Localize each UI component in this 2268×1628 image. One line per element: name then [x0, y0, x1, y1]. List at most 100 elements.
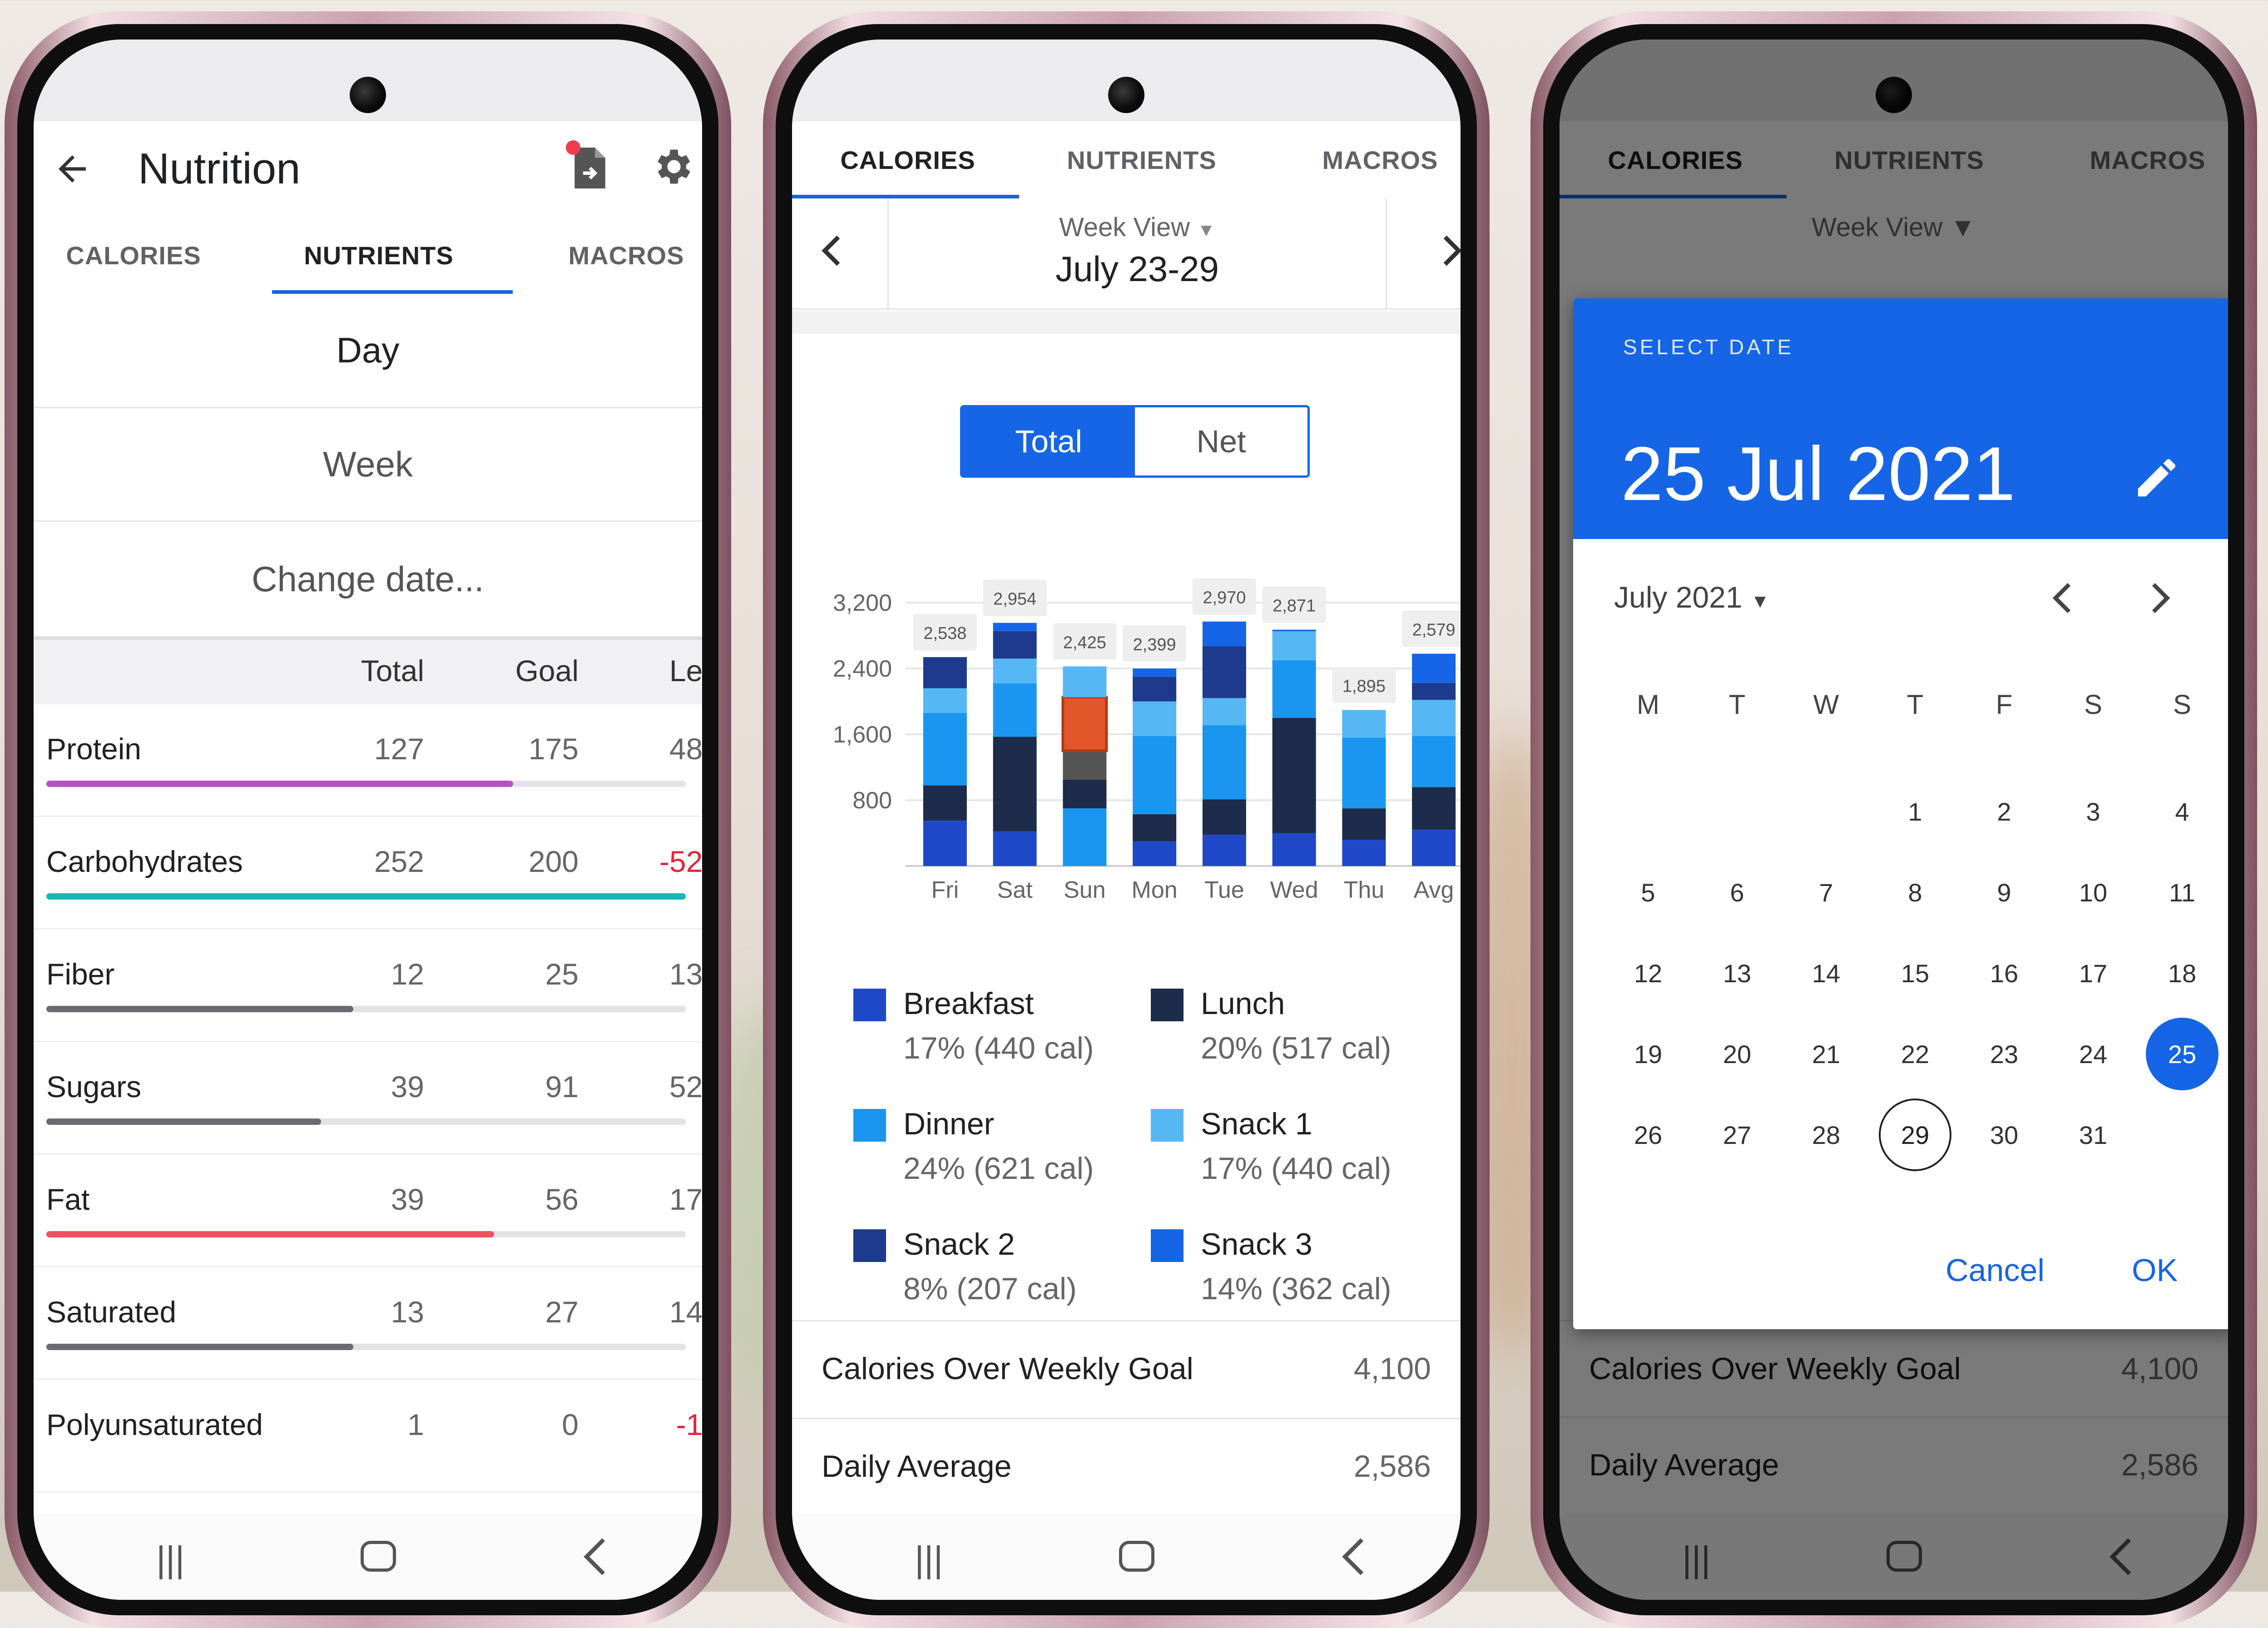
calendar-day[interactable]: 26	[1612, 1099, 1684, 1171]
tab-calories[interactable]: CALORIES	[34, 217, 233, 294]
calendar-day[interactable]: 12	[1612, 937, 1684, 1009]
column-header: Total Goal Left	[34, 636, 702, 704]
ok-button[interactable]: OK	[2132, 1252, 2178, 1288]
calendar-day[interactable]: 9	[1968, 856, 2040, 929]
bar-segment	[1272, 660, 1316, 718]
calendar-day[interactable]: 7	[1790, 856, 1862, 929]
menu-item-change-date[interactable]: Change date...	[34, 522, 702, 636]
nutrient-total: 1	[407, 1408, 424, 1441]
summary-label: Calories Over Weekly Goal	[822, 1351, 1193, 1386]
calendar-day[interactable]: 24	[2057, 1018, 2129, 1090]
column-total: Total	[361, 654, 424, 688]
tab-macros[interactable]: MACROS	[1260, 121, 1461, 198]
progress-fill	[46, 1231, 494, 1237]
nutrient-row: Polyunsaturated 1 0 -1g	[34, 1380, 702, 1493]
phone-nutrition: Nutrition CALORIES NUTRIENTS MACROS Day …	[5, 11, 731, 1628]
bar-segment	[923, 713, 967, 786]
calendar-day[interactable]: 18	[2146, 937, 2218, 1009]
calendar-day[interactable]: 6	[1701, 856, 1773, 929]
nutrient-left: 13g	[669, 957, 702, 991]
bar-segment	[1412, 787, 1456, 830]
calendar-day[interactable]: 8	[1879, 856, 1951, 929]
calendar-day[interactable]: 2	[1968, 775, 2040, 848]
calendar-day[interactable]: 20	[1701, 1018, 1773, 1090]
calendar-day-selected[interactable]: 25	[2146, 1018, 2218, 1090]
tab-calories[interactable]: CALORIES	[792, 121, 1024, 198]
bar-segment	[1133, 841, 1177, 866]
notification-dot	[566, 140, 580, 155]
export-file-icon[interactable]	[566, 140, 610, 193]
bar-segment	[1202, 799, 1246, 835]
summary-value: 4,100	[1353, 1351, 1431, 1386]
system-back-icon[interactable]	[1337, 1536, 1373, 1577]
nutrient-goal: 0	[562, 1408, 579, 1441]
recents-icon[interactable]: |||	[915, 1539, 943, 1580]
y-tick-label: 800	[852, 787, 892, 814]
calendar-day[interactable]: 13	[1701, 937, 1773, 1009]
next-week-icon[interactable]	[1437, 233, 1461, 269]
calendar-day[interactable]: 11	[2146, 856, 2218, 929]
calendar-day[interactable]: 22	[1879, 1018, 1951, 1090]
back-arrow-icon[interactable]	[52, 148, 93, 189]
month-dropdown[interactable]: July 2021 ▼	[1614, 580, 1769, 614]
front-camera	[350, 77, 386, 113]
legend-name: Snack 1	[1201, 1107, 1312, 1141]
bar-segment	[993, 737, 1037, 831]
tab-nutrients[interactable]: NUTRIENTS	[252, 217, 506, 294]
previous-week-icon[interactable]	[819, 233, 847, 269]
column-left: Left	[669, 654, 702, 688]
calendar-day[interactable]: 3	[2057, 775, 2129, 848]
nutrient-name: Sugars	[46, 1070, 142, 1103]
calendar-day[interactable]: 31	[2057, 1099, 2129, 1171]
bar-segment	[1133, 736, 1177, 814]
calendar-day[interactable]: 19	[1612, 1018, 1684, 1090]
next-month-icon[interactable]	[2145, 580, 2173, 616]
cancel-button[interactable]: Cancel	[1946, 1252, 2045, 1288]
progress-fill	[46, 781, 513, 787]
nutrient-left: 52g	[669, 1070, 702, 1103]
pencil-icon[interactable]	[2132, 453, 2182, 503]
calendar-day[interactable]: 17	[2057, 937, 2129, 1009]
week-view-dropdown[interactable]: Week View ▼ July 23-29	[887, 198, 1387, 310]
app-toolbar: Nutrition	[34, 121, 702, 217]
nutrient-row: Carbohydrates 252 200 -52g	[34, 817, 702, 930]
calendar-day[interactable]: 21	[1790, 1018, 1862, 1090]
phone-calories: CALORIES NUTRIENTS MACROS Week View ▼ Ju…	[763, 11, 1490, 1628]
tab-macros[interactable]: MACROS	[506, 217, 702, 294]
menu-item-week[interactable]: Week	[34, 408, 702, 522]
system-nav-bar: |||	[34, 1514, 702, 1600]
nutrient-left: -52g	[659, 845, 702, 878]
legend-name: Lunch	[1201, 986, 1285, 1021]
bar-segment	[1133, 668, 1177, 677]
system-back-icon[interactable]	[579, 1536, 615, 1577]
calendar-day[interactable]: 23	[1968, 1018, 2040, 1090]
nutrient-total: 39	[391, 1183, 424, 1216]
active-tab-indicator	[792, 195, 1019, 198]
calendar-day[interactable]: 15	[1879, 937, 1951, 1009]
calendar-day[interactable]: 27	[1701, 1099, 1773, 1171]
calendar-day[interactable]: 16	[1968, 937, 2040, 1009]
home-icon[interactable]	[361, 1541, 396, 1572]
calendar-day[interactable]: 14	[1790, 937, 1862, 1009]
net-toggle-button[interactable]: Net	[1135, 407, 1307, 475]
nutrient-name: Saturated	[46, 1295, 177, 1329]
calendar-day[interactable]: 28	[1790, 1099, 1862, 1171]
legend-swatch	[1151, 1229, 1184, 1262]
calendar-day[interactable]: 1	[1879, 775, 1951, 848]
total-toggle-button[interactable]: Total	[962, 407, 1135, 475]
calendar-day-today[interactable]: 29	[1879, 1099, 1951, 1171]
calendar-day[interactable]: 10	[2057, 856, 2129, 929]
bar-segment	[993, 683, 1037, 737]
summary-value: 2,586	[1353, 1449, 1431, 1484]
calendar-day[interactable]: 4	[2146, 775, 2218, 848]
progress-fill	[46, 893, 686, 900]
calendar-day[interactable]: 5	[1612, 856, 1684, 929]
tab-nutrients[interactable]: NUTRIENTS	[1024, 121, 1260, 198]
previous-month-icon[interactable]	[2050, 580, 2077, 616]
gear-icon[interactable]	[651, 144, 697, 189]
phone-screen: CALORIES NUTRIENTS MACROS Week View ▼ Ju…	[792, 40, 1461, 1600]
menu-item-day[interactable]: Day	[34, 294, 702, 408]
home-icon[interactable]	[1119, 1541, 1154, 1572]
calendar-day[interactable]: 30	[1968, 1099, 2040, 1171]
recents-icon[interactable]: |||	[156, 1539, 184, 1580]
